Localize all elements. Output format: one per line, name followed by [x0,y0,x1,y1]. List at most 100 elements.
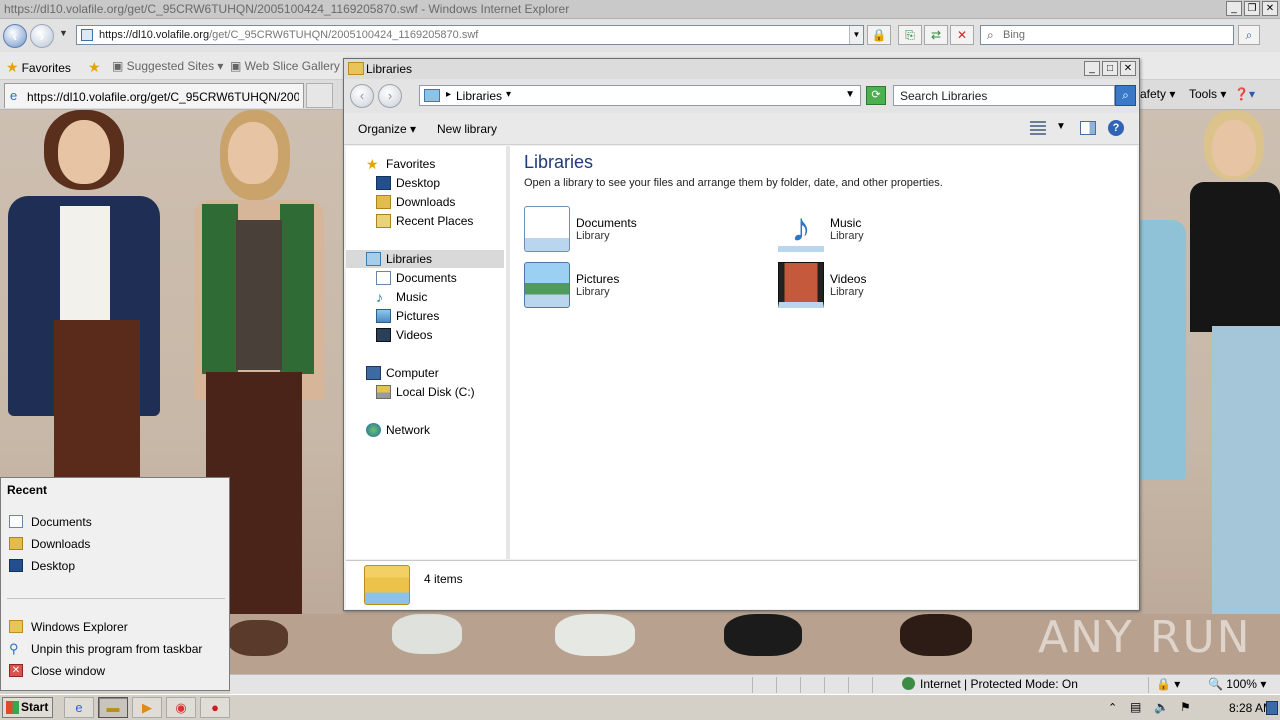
ie-search-button[interactable]: ⌕ [1238,25,1260,45]
libraries-icon [424,89,440,102]
anyrun-watermark: ANY RUN [1038,612,1252,663]
tray-arrow-icon[interactable]: ⌃ [1108,701,1117,714]
ie-minimize-button[interactable]: _ [1226,1,1242,16]
help-icon[interactable]: ? [1108,120,1124,136]
ie-restore-button[interactable]: ❐ [1244,1,1260,16]
explorer-window-title: Libraries [366,62,413,76]
navigation-pane: ★ Favorites Desktop Downloads Recent Pla… [346,146,506,559]
preview-pane-icon[interactable] [1080,121,1096,135]
suggested-sites-link[interactable]: ▣ Suggested Sites ▾ [112,59,223,73]
libraries-content-area: Libraries Open a library to see your fil… [510,146,1137,559]
explorer-search-input[interactable]: Search Libraries [893,85,1115,106]
new-library-button[interactable]: New library [437,122,497,136]
url-dropdown-icon[interactable]: ▼ [849,26,863,44]
start-button[interactable]: Start [2,697,53,718]
nav-pictures[interactable]: Pictures [376,307,504,325]
show-desktop-button[interactable] [1266,701,1278,715]
recent-locations-dropdown-icon[interactable]: ▼ [845,89,855,100]
explorer-back-button[interactable]: ‹ [350,84,374,108]
ie-back-button[interactable]: ‹ [3,24,27,48]
explorer-refresh-button[interactable]: ⟳ [866,86,886,105]
compatibility-view-icon[interactable]: ⎘ [898,25,922,45]
nav-downloads[interactable]: Downloads [376,193,504,211]
ie-close-button[interactable]: ✕ [1262,1,1278,16]
ie-search-field[interactable]: ⌕ Bing [980,25,1234,45]
library-documents[interactable]: Documents Library [524,206,764,254]
nav-network[interactable]: Network [366,421,504,439]
explorer-maximize-button[interactable]: □ [1102,61,1118,76]
ie-history-dropdown-icon[interactable]: ▼ [59,28,68,38]
explorer-details-pane: 4 items [346,560,1137,609]
organize-button[interactable]: Organize ▾ [358,122,416,136]
desktop-icon [9,559,23,572]
web-slice-gallery-link[interactable]: ▣ Web Slice Gallery ▾ [230,59,349,73]
protected-mode-icon[interactable]: 🔒 ▾ [1156,677,1180,691]
explorer-forward-button[interactable]: › [378,84,402,108]
jump-list-divider [7,598,225,599]
nav-music[interactable]: ♪ Music [376,288,504,306]
ie-tab-active[interactable]: e https://dl10.volafile.org/get/C_95CRW6… [4,83,304,108]
content-heading: Libraries [524,152,594,172]
ie-status-bar: Internet | Protected Mode: On 🔒 ▾ 🔍 100%… [230,674,1280,694]
library-videos[interactable]: Videos Library [778,262,1018,310]
breadcrumb-libraries[interactable]: Libraries [456,89,502,103]
breadcrumb-dropdown-icon[interactable]: ▾ [506,89,511,100]
breadcrumb-arrow-icon[interactable]: ▸ [446,89,451,100]
tools-menu[interactable]: Tools ▾ [1189,87,1226,101]
view-dropdown-icon[interactable]: ▼ [1056,121,1066,132]
local-disk-icon [376,385,391,399]
library-pictures[interactable]: Pictures Library [524,262,764,310]
view-options-icon[interactable] [1030,121,1046,135]
explorer-close-button[interactable]: ✕ [1120,61,1136,76]
explorer-search-button[interactable]: ⌕ [1115,85,1136,106]
explorer-address-row: ‹ › ▸ Libraries ▾ ▼ ⟳ Search Libraries ⌕ [344,79,1139,113]
photo-person-3 [1140,110,1190,674]
nav-videos[interactable]: Videos [376,326,504,344]
documents-icon [9,515,23,528]
zoom-level[interactable]: 🔍 100% ▾ [1208,677,1266,691]
safety-menu[interactable]: afety ▾ [1140,87,1175,101]
ie-url-field[interactable]: https://dl10.volafile.org/get/C_95CRW6TU… [76,25,864,45]
favorites-button[interactable]: ★ Favorites [6,59,71,76]
music-icon: ♪ [376,289,383,305]
photo-shoes-3 [724,614,802,656]
explorer-command-bar: Organize ▾ New library ▼ ? [344,113,1139,145]
network-icon [366,423,381,437]
taskbar-media-player-icon[interactable]: ▶ [132,697,162,718]
add-favorites-icon[interactable]: ★ [88,59,104,76]
explorer-search-placeholder: Search Libraries [900,89,988,103]
nav-documents[interactable]: Documents [376,269,504,287]
nav-local-disk[interactable]: Local Disk (C:) [376,383,504,401]
taskbar-security-app-icon[interactable]: ● [200,697,230,718]
tray-volume-icon[interactable]: 🔈 [1154,700,1169,714]
taskbar-ie-icon[interactable]: e [64,697,94,718]
security-zone[interactable]: Internet | Protected Mode: On [902,677,1078,691]
nav-desktop[interactable]: Desktop [376,174,504,192]
pictures-library-icon [524,262,570,308]
ie-address-bar-row: ‹ › ▼ https://dl10.volafile.org/get/C_95… [0,19,1280,52]
explorer-breadcrumb[interactable]: ▸ Libraries ▾ ▼ [419,85,861,106]
lock-icon[interactable]: 🔒 [867,25,891,45]
help-icon[interactable]: ❓▾ [1234,87,1255,101]
nav-favorites[interactable]: ★ Favorites [366,155,504,173]
stop-icon[interactable]: ✕ [950,25,974,45]
computer-icon [366,366,381,380]
nav-computer[interactable]: Computer [366,364,504,382]
tray-network-icon[interactable]: ▤ [1130,700,1141,714]
tray-action-center-icon[interactable]: ⚑ [1180,700,1191,714]
explorer-minimize-button[interactable]: _ [1084,61,1100,76]
taskbar-explorer-icon[interactable]: ▬ [98,697,128,718]
library-music[interactable]: ♪ Music Library [778,206,1018,254]
downloads-folder-icon [376,195,391,209]
refresh-icon[interactable]: ⇄ [924,25,948,45]
explorer-title-bar[interactable]: Libraries _ □ ✕ [344,59,1139,79]
photo-person-4 [1190,110,1280,674]
nav-recent-places[interactable]: Recent Places [376,212,504,230]
content-subheading: Open a library to see your files and arr… [524,177,943,189]
folder-icon [364,565,410,605]
nav-libraries[interactable]: Libraries [346,250,504,268]
taskbar-chrome-icon[interactable]: ◉ [166,697,196,718]
ie-forward-button[interactable]: › [30,24,54,48]
internet-globe-icon [902,677,915,690]
ie-new-tab-button[interactable] [306,83,333,108]
